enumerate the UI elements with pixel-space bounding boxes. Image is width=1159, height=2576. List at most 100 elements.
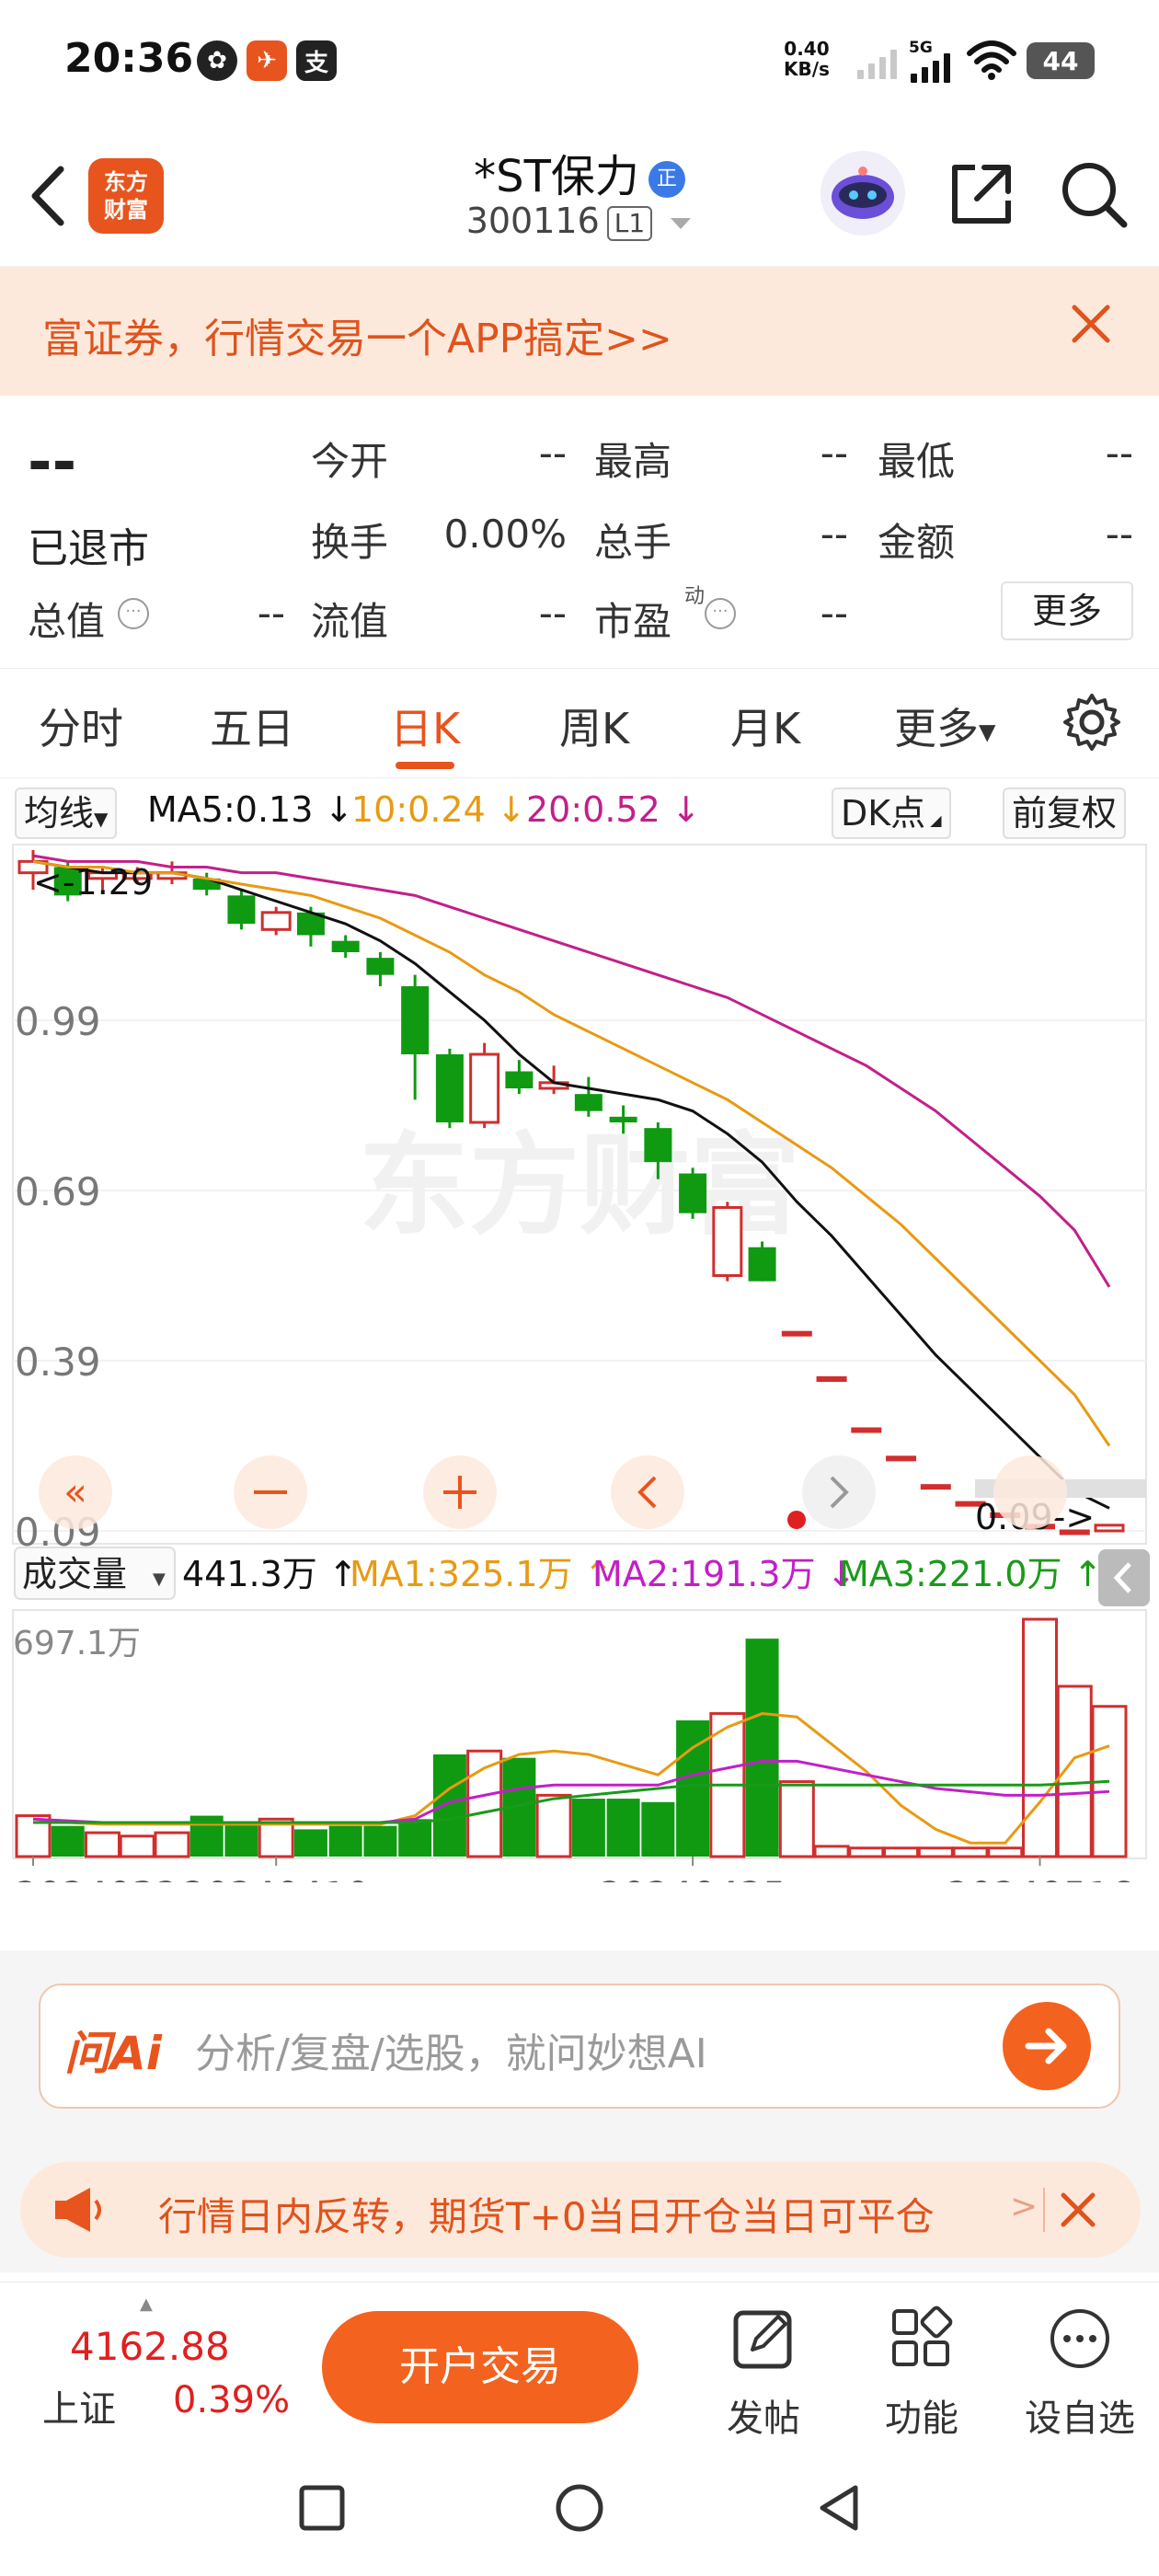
adjust-button[interactable]: 前复权: [1003, 788, 1127, 839]
function-label[interactable]: 功能: [853, 2388, 991, 2442]
value-open: --: [538, 431, 567, 476]
wifi-icon: [967, 40, 1016, 80]
volume-bar: [571, 1799, 605, 1857]
tab-weekly-k[interactable]: 周K: [559, 696, 629, 756]
pe-superscript: 动: [684, 585, 706, 608]
divider: [1043, 2188, 1045, 2232]
label-turnover-rate: 换手: [311, 520, 389, 565]
info-icon[interactable]: ···: [118, 598, 149, 629]
expand-up-icon[interactable]: ▲: [140, 2294, 153, 2314]
collapse-panel-button[interactable]: [1098, 1549, 1150, 1606]
close-icon[interactable]: [1058, 2190, 1098, 2230]
volume-bar: [1022, 1617, 1059, 1858]
settings-gear-icon[interactable]: [1061, 692, 1122, 753]
label-float-cap: 流值: [311, 599, 389, 644]
more-dots-icon[interactable]: [1047, 2306, 1113, 2372]
candle-body: [886, 1455, 917, 1462]
caret-down-icon: ▼: [153, 1570, 166, 1589]
candle-body: [366, 958, 395, 975]
tab-monthly-k[interactable]: 月K: [730, 696, 800, 756]
wechat-icon: ✿: [197, 40, 237, 81]
volume-bar: [535, 1793, 572, 1858]
notification-dot: [787, 1511, 806, 1529]
open-account-trade-button[interactable]: 开户交易: [322, 2311, 638, 2423]
kline-chart[interactable]: 东方财富 0.990.690.390.09 <-1.290.09-> « 成交量…: [0, 843, 1159, 1882]
search-icon[interactable]: [1058, 158, 1131, 232]
tab-intraday[interactable]: 分时: [39, 696, 123, 756]
home-icon[interactable]: [554, 2482, 605, 2534]
ma20-value: 20:0.52 ↓: [526, 789, 701, 830]
ma5-value: MA5:0.13 ↓: [147, 789, 354, 830]
volume-bar: [848, 1846, 885, 1858]
label-high: 最高: [594, 439, 672, 484]
volume-value: 441.3万 ↑: [182, 1554, 358, 1594]
x-tick-label: 20240410: [182, 1875, 370, 1882]
back-nav-icon[interactable]: [815, 2484, 863, 2532]
caret-down-icon: ▼: [94, 808, 109, 830]
info-icon[interactable]: ···: [705, 598, 736, 629]
candle-body: [435, 1054, 464, 1122]
dk-point-button[interactable]: DK点 ◢: [832, 788, 951, 839]
index-value[interactable]: 4162.88: [70, 2324, 230, 2369]
tab-more[interactable]: 更多▼: [894, 696, 995, 756]
post-icon[interactable]: [730, 2306, 797, 2372]
volume-bar: [84, 1831, 120, 1858]
value-total-volume: --: [820, 512, 848, 557]
tab-more-label: 更多: [894, 704, 979, 753]
volume-selector-label: 成交量: [22, 1554, 127, 1594]
candle-body: [679, 1173, 707, 1213]
trading-status: 已退市: [28, 525, 149, 572]
candle-body: [260, 911, 292, 931]
battery-icon: 44: [1027, 42, 1095, 79]
badge-zheng: 正: [648, 161, 685, 198]
volume-bar: [987, 1846, 1024, 1858]
label-market-cap: 总值: [28, 599, 106, 644]
candle-body: [331, 940, 360, 952]
index-name: 上证: [42, 2388, 116, 2431]
index-change: 0.39%: [173, 2379, 291, 2421]
close-icon[interactable]: [1067, 300, 1115, 348]
label-pe: 市盈: [594, 599, 672, 644]
zoom-controls: «: [39, 1455, 1067, 1529]
net-speed-unit: KB/s: [784, 58, 830, 80]
candle-body: [920, 1484, 951, 1490]
value-turnover-rate: 0.00%: [443, 512, 567, 557]
volume-bar: [293, 1829, 327, 1857]
scroll-left-button[interactable]: [611, 1455, 684, 1529]
volume-bar: [363, 1825, 397, 1857]
volume-bar: [641, 1801, 675, 1857]
volume-bar: [224, 1822, 258, 1857]
ai-send-button[interactable]: [1003, 2002, 1091, 2090]
candle-body: [574, 1094, 602, 1111]
tab-daily-k[interactable]: 日K: [390, 696, 460, 756]
candle-body: [1094, 1524, 1125, 1533]
stock-code: 300116: [465, 201, 600, 241]
volume-bar: [917, 1846, 954, 1858]
value-amount: --: [1105, 512, 1133, 557]
post-label[interactable]: 发帖: [694, 2388, 832, 2442]
share-icon[interactable]: [947, 160, 1016, 228]
corner-icon: ◢: [925, 811, 942, 829]
tab-five-day[interactable]: 五日: [210, 696, 294, 756]
scroll-right-button[interactable]: [802, 1455, 876, 1529]
ai-input-placeholder[interactable]: 分析/复盘/选股，就问妙想AI: [195, 2020, 707, 2079]
net-speed-value: 0.40: [784, 38, 830, 60]
promo-banner[interactable]: 富证券，行情交易一个APP搞定>>: [0, 267, 1159, 396]
value-pe: --: [820, 591, 848, 636]
candle-body: [712, 1206, 743, 1277]
ai-robot-icon[interactable]: [820, 151, 905, 236]
volume-bar: [432, 1754, 466, 1857]
y-tick-label: 0.69: [15, 1169, 101, 1214]
candle-body: [781, 1330, 812, 1337]
candle-body: [505, 1071, 534, 1088]
candle-body: [401, 986, 430, 1054]
quote-more-button[interactable]: 更多: [1001, 581, 1133, 640]
recents-icon[interactable]: [298, 2484, 346, 2532]
double-chevron-left-icon: «: [63, 1469, 87, 1514]
fullscreen-button[interactable]: [993, 1455, 1067, 1529]
x-tick-label: 20240425: [599, 1875, 786, 1882]
volume-bar: [745, 1639, 779, 1857]
add-watchlist-label[interactable]: 设自选: [1011, 2388, 1149, 2442]
function-grid-icon[interactable]: [889, 2306, 955, 2372]
indicator-selector[interactable]: 均线▼: [15, 788, 118, 839]
